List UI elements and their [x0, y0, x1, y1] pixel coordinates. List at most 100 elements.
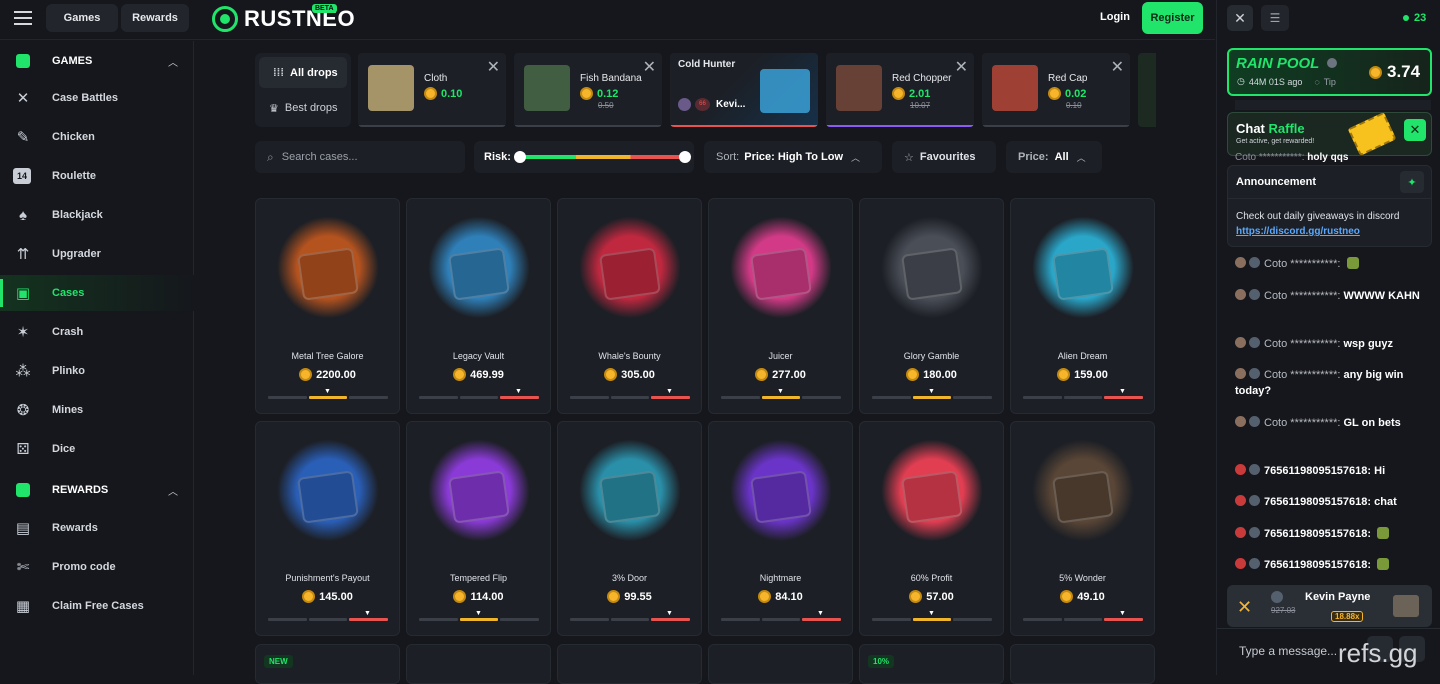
- chat-username[interactable]: Coto ***********:: [1264, 369, 1340, 381]
- case-card[interactable]: 10%: [859, 644, 1004, 684]
- case-price-value: 180.00: [923, 368, 957, 381]
- case-card[interactable]: Whale's Bounty 305.00 ▼: [557, 198, 702, 414]
- level-badge-icon: [1249, 289, 1260, 300]
- case-card[interactable]: [406, 644, 551, 684]
- chat-raffle-banner[interactable]: Chat Raffle Get active, get rewarded! ✕: [1227, 111, 1432, 157]
- case-image: [425, 217, 533, 329]
- risk-slider-min-handle[interactable]: [514, 151, 526, 163]
- coin-icon: [906, 368, 920, 381]
- risk-segment: [349, 396, 389, 399]
- case-card[interactable]: Juicer 277.00 ▼: [708, 198, 853, 414]
- sidebar-item-label: Claim Free Cases: [52, 600, 144, 612]
- pin-icon[interactable]: ✦: [1400, 171, 1424, 193]
- risk-slider-track[interactable]: [520, 155, 685, 159]
- chat-username[interactable]: 76561198095157618:: [1264, 496, 1371, 508]
- logo[interactable]: RUSTNEO BETA: [212, 4, 355, 34]
- case-card[interactable]: Metal Tree Galore 2200.00 ▼: [255, 198, 400, 414]
- close-icon[interactable]: ✕: [643, 57, 656, 77]
- sidebar-item-claim-free-cases[interactable]: ▦ Claim Free Cases: [0, 588, 194, 624]
- case-name: Whale's Bounty: [598, 351, 661, 361]
- games-top-button[interactable]: Games: [46, 4, 118, 32]
- sidebar-item-dice[interactable]: ⚄ Dice: [0, 431, 194, 467]
- drop-card-partial: [1138, 53, 1156, 127]
- risk-segment: [268, 618, 307, 621]
- chat-username[interactable]: 76561198095157618:: [1264, 465, 1371, 477]
- sidebar-item-label: Chicken: [52, 131, 95, 143]
- case-card[interactable]: 5% Wonder 49.10 ▼: [1010, 421, 1155, 636]
- all-drops-tab[interactable]: ⁞⁞⁞ All drops: [259, 57, 347, 88]
- case-card[interactable]: Tempered Flip 114.00 ▼: [406, 421, 551, 636]
- avatar: [1235, 416, 1246, 427]
- sidebar-item-case-battles[interactable]: ✕ Case Battles: [0, 80, 194, 116]
- case-card[interactable]: Legacy Vault 469.99 ▼: [406, 198, 551, 414]
- best-drops-tab[interactable]: ♛ Best drops: [259, 93, 347, 123]
- rain-tip-link[interactable]: Tip: [1324, 77, 1336, 87]
- sidebar-item-crash[interactable]: ✶ Crash: [0, 314, 194, 350]
- chat-username[interactable]: 76561198095157618:: [1264, 559, 1371, 571]
- sidebar-item-roulette[interactable]: 14 Roulette: [0, 158, 194, 194]
- sidebar-rewards-header[interactable]: REWARDS ︿: [0, 472, 194, 508]
- close-raffle-icon[interactable]: ✕: [1404, 119, 1426, 141]
- case-card[interactable]: 3% Door 99.55 ▼: [557, 421, 702, 636]
- login-link[interactable]: Login: [1100, 11, 1130, 23]
- case-card[interactable]: [708, 644, 853, 684]
- chat-username[interactable]: 76561198095157618:: [1264, 528, 1371, 540]
- case-card[interactable]: [557, 644, 702, 684]
- case-card[interactable]: Punishment's Payout 145.00 ▼: [255, 421, 400, 636]
- risk-segment: [721, 618, 760, 621]
- chat-message: Coto ***********: GL on bets: [1235, 415, 1435, 431]
- chat-username[interactable]: Coto ***********:: [1264, 290, 1340, 302]
- chat-panel: ✕ ☰ 23 RAIN POOL ◷ 44M 01S ago ◌ Tip 3.74 …: [1216, 0, 1440, 675]
- rewards-top-button[interactable]: Rewards: [121, 4, 189, 32]
- price-dropdown[interactable]: Price: All ︿: [1006, 141, 1102, 173]
- sidebar-item-promo-code[interactable]: ✄ Promo code: [0, 549, 194, 585]
- big-win-card[interactable]: ✕ Kevin Payne 927.03 18.88x: [1227, 585, 1432, 627]
- rain-pool-widget[interactable]: RAIN POOL ◷ 44M 01S ago ◌ Tip 3.74: [1227, 48, 1432, 96]
- sidebar-item-upgrader[interactable]: ⇈ Upgrader: [0, 236, 194, 272]
- case-card[interactable]: 60% Profit 57.00 ▼: [859, 421, 1004, 636]
- chevron-up-icon: ︿: [168, 57, 178, 69]
- close-icon[interactable]: ✕: [487, 57, 500, 77]
- chat-raffle-title-a: Chat: [1236, 121, 1265, 136]
- sidebar-item-rewards[interactable]: ▤ Rewards: [0, 510, 194, 546]
- case-card[interactable]: Alien Dream 159.00 ▼: [1010, 198, 1155, 414]
- register-button[interactable]: Register: [1142, 2, 1203, 34]
- case-card[interactable]: [1010, 644, 1155, 684]
- sidebar-item-blackjack[interactable]: ♠ Blackjack: [0, 197, 194, 233]
- close-icon[interactable]: ✕: [1227, 5, 1253, 31]
- discord-link[interactable]: https://discord.gg/rustneo: [1236, 226, 1360, 237]
- avatar: [1235, 495, 1246, 506]
- chat-username[interactable]: Coto ***********:: [1264, 338, 1340, 350]
- sort-dropdown[interactable]: Sort: Price: High To Low ︿: [704, 141, 882, 173]
- search-box[interactable]: ⌕ Search cases...: [255, 141, 465, 173]
- drop-card[interactable]: Red Chopper 2.01 10.07 ✕: [826, 53, 974, 127]
- sidebar-item-plinko[interactable]: ⁂ Plinko: [0, 353, 194, 389]
- sidebar-item-cases[interactable]: ▣ Cases: [0, 275, 194, 311]
- chat-text: wsp guyz: [1343, 338, 1394, 350]
- risk-segment: [802, 618, 842, 621]
- risk-slider-max-handle[interactable]: [679, 151, 691, 163]
- sidebar-games-header[interactable]: GAMES ︿: [0, 43, 194, 79]
- chat-username[interactable]: Coto ***********:: [1264, 258, 1340, 270]
- close-icon[interactable]: ✕: [955, 57, 968, 77]
- drop-card[interactable]: Cloth 0.10 ✕: [358, 53, 506, 127]
- case-card[interactable]: Glory Gamble 180.00 ▼: [859, 198, 1004, 414]
- sidebar-item-mines[interactable]: ❂ Mines: [0, 392, 194, 428]
- chat-partial-text: holy qqs: [1307, 152, 1349, 163]
- risk-filter[interactable]: Risk:: [474, 141, 694, 173]
- case-name: Glory Gamble: [903, 351, 960, 361]
- drop-card[interactable]: Red Cap 0.02 0.10 ✕: [982, 53, 1130, 127]
- favourites-button[interactable]: ☆ Favourites: [892, 141, 996, 173]
- risk-indicator: [419, 618, 540, 621]
- case-card[interactable]: NEW: [255, 644, 400, 684]
- drop-card[interactable]: Fish Bandana 0.12 0.50 ✕: [514, 53, 662, 127]
- chat-username[interactable]: Coto ***********:: [1264, 417, 1340, 429]
- sidebar-item-chicken[interactable]: ✎ Chicken: [0, 119, 194, 155]
- case-card[interactable]: Nightmare 84.10 ▼: [708, 421, 853, 636]
- case-price-value: 49.10: [1077, 590, 1105, 603]
- chat-message: Coto ***********: any big win today?: [1235, 367, 1435, 399]
- hamburger-menu-icon[interactable]: [14, 10, 32, 26]
- close-icon[interactable]: ✕: [1111, 57, 1124, 77]
- chat-menu-icon[interactable]: ☰: [1261, 5, 1289, 31]
- drop-card[interactable]: Cold Hunter 66 Kevi...: [670, 53, 818, 127]
